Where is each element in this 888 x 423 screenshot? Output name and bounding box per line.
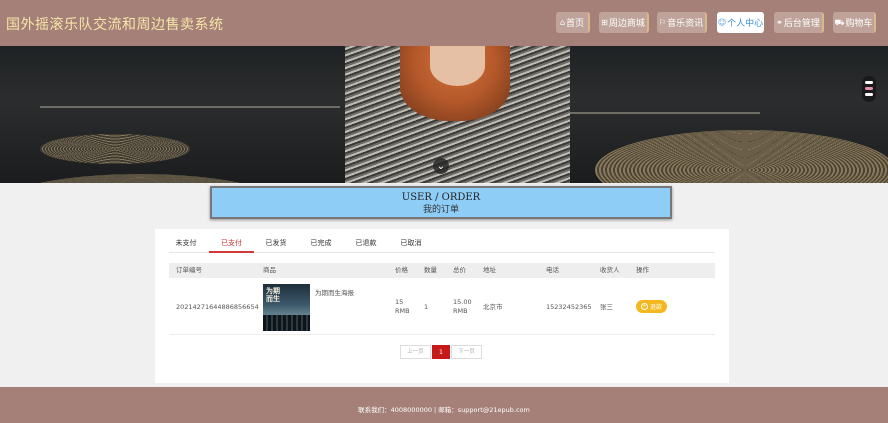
tab-completed[interactable]: 已完成 [303, 237, 339, 253]
column-header: 电话 [546, 266, 559, 274]
nav-admin[interactable]: ⚭ 后台管理 [774, 12, 824, 33]
nav-cart[interactable]: ⛟ 购物车 [833, 12, 876, 33]
tab-unpaid[interactable]: 未支付 [169, 237, 203, 253]
column-header: 数量 [424, 266, 437, 274]
prev-page-button[interactable]: 上一页 [400, 345, 431, 359]
tab-cancelled[interactable]: 已取消 [393, 237, 429, 253]
column-header: 地址 [483, 266, 496, 274]
column-header: 商品 [263, 266, 276, 274]
nav-shop[interactable]: ⊞ 周边商城 [599, 12, 649, 33]
product-name[interactable]: 为期而生海报 [315, 289, 354, 298]
thumbnail-caption-line: 为期 [266, 287, 280, 295]
site-title: 国外摇滚乐队交流和周边售卖系统 [6, 17, 224, 33]
side-dot-icon [865, 87, 873, 90]
phone: 15232452365 [546, 303, 592, 311]
nav-home-label: 首页 [566, 19, 585, 29]
side-widget[interactable] [862, 76, 876, 102]
home-icon: ⌂ [559, 18, 566, 27]
page-title-en: USER / ORDER [401, 192, 481, 203]
total-price: 15.00 [453, 298, 472, 306]
thumbnail-crowd [263, 315, 310, 331]
scroll-down-icon[interactable]: ⌄ [433, 158, 449, 174]
nav-shop-label: 周边商城 [608, 19, 645, 29]
table-row: 20214271644886856654 为期 而生 为期而生海报 15 RMB… [169, 279, 715, 335]
page-title-box: USER / ORDER 我的订单 [210, 186, 672, 219]
footer-contact: 联系我们：4008000000 | 邮箱：support@21epub.com [358, 406, 530, 414]
header: 国外摇滚乐队交流和周边售卖系统 ⌂ 首页 ⊞ 周边商城 ⚐ 音乐资讯 ☺ 个人中… [0, 0, 888, 46]
side-dot-icon [865, 81, 873, 84]
price: 15 [395, 298, 404, 306]
grid-icon: ⊞ [601, 18, 608, 27]
refund-button-label: 退款 [649, 304, 662, 311]
cymbal [40, 134, 190, 164]
order-panel: 未支付 已支付 已发货 已完成 已退款 已取消 订单编号 商品 价格 数量 总价… [155, 229, 729, 383]
cymbal [0, 174, 290, 183]
cart-icon: ⛟ [834, 17, 845, 27]
nav-news-label: 音乐资讯 [667, 19, 704, 29]
column-header: 价格 [395, 266, 408, 274]
refund-icon: + [640, 303, 648, 310]
user-icon: ☺ [717, 18, 727, 27]
side-dot-icon [865, 93, 873, 96]
column-header: 订单编号 [176, 266, 202, 274]
page-number-current[interactable]: 1 [432, 345, 450, 359]
nav-cart-label: 购物车 [845, 19, 873, 29]
flag-icon: ⚐ [658, 18, 667, 27]
nav-user-center[interactable]: ☺ 个人中心 [717, 12, 764, 33]
address: 北京市 [483, 303, 503, 311]
drum-stand [40, 106, 340, 108]
banner-image: ⌄ [0, 46, 888, 183]
price-unit: RMB [395, 307, 410, 315]
nav-home[interactable]: ⌂ 首页 [556, 12, 590, 33]
receiver: 张三 [600, 303, 613, 311]
link-icon: ⚭ [776, 18, 783, 27]
tab-refunded[interactable]: 已退款 [348, 237, 384, 253]
nav-admin-label: 后台管理 [783, 19, 820, 29]
drum-stand [560, 112, 760, 114]
order-number: 20214271644886856654 [176, 303, 259, 311]
drummer-face [430, 46, 485, 86]
column-header: 收货人 [600, 266, 620, 274]
nav-news[interactable]: ⚐ 音乐资讯 [657, 12, 707, 33]
total-unit: RMB [453, 307, 468, 315]
nav-user-center-label: 个人中心 [727, 19, 764, 29]
tab-paid[interactable]: 已支付 [209, 237, 254, 253]
refund-button[interactable]: + 退款 [636, 300, 667, 313]
order-tabs: 未支付 已支付 已发货 已完成 已退款 已取消 [169, 237, 715, 253]
table-header: 订单编号 商品 价格 数量 总价 地址 电话 收货人 操作 [169, 263, 715, 278]
cymbal [595, 130, 888, 183]
quantity: 1 [424, 303, 429, 311]
thumbnail-caption-line: 而生 [266, 295, 280, 303]
page-title: 我的订单 [422, 205, 459, 215]
next-page-button[interactable]: 下一页 [451, 345, 482, 359]
product-thumbnail[interactable]: 为期 而生 [263, 284, 310, 331]
column-header: 总价 [453, 266, 466, 274]
tab-shipped[interactable]: 已发货 [258, 237, 294, 253]
footer: 联系我们：4008000000 | 邮箱：support@21epub.com [0, 387, 888, 423]
column-header: 操作 [636, 266, 649, 274]
thumbnail-caption: 为期 而生 [266, 287, 280, 303]
